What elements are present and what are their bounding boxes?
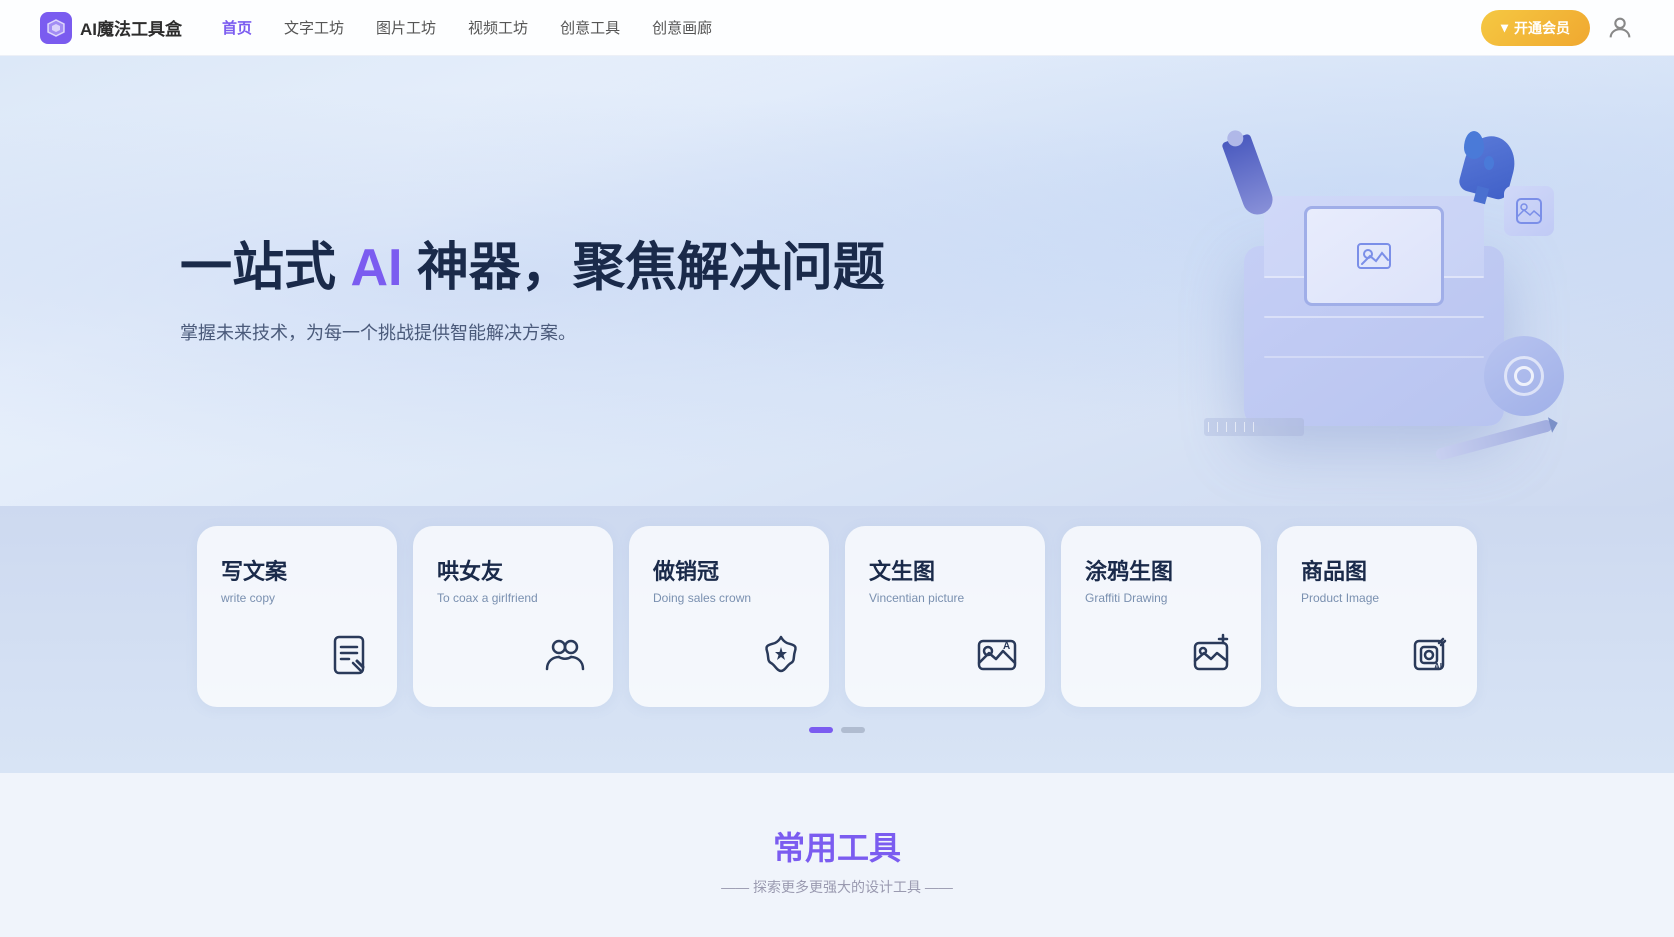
nav-link-creative[interactable]: 创意工具: [560, 17, 620, 38]
ill-drop2: [1484, 156, 1494, 170]
nav-link-video[interactable]: 视频工坊: [468, 17, 528, 38]
dot-2[interactable]: [841, 727, 865, 733]
card-product-image[interactable]: 商品图 Product Image AI: [1277, 526, 1477, 707]
card-title-4: 涂鸦生图: [1085, 554, 1173, 586]
nav-links: 首页 文字工坊 图片工坊 视频工坊 创意工具 创意画廊: [222, 17, 1481, 38]
navbar: AI魔法工具盒 首页 文字工坊 图片工坊 视频工坊 创意工具 创意画廊 ▾ 开通…: [0, 0, 1674, 56]
card-title-0: 写文案: [221, 554, 287, 586]
ill-drop1: [1464, 131, 1484, 159]
crown-icon: ▾: [1501, 19, 1508, 36]
card-coax-girlfriend[interactable]: 哄女友 To coax a girlfriend: [413, 526, 613, 707]
tools-subtitle: —— 探索更多更强大的设计工具 ——: [80, 877, 1594, 897]
vip-button[interactable]: ▾ 开通会员: [1481, 10, 1590, 46]
card-title-1: 哄女友: [437, 554, 503, 586]
nav-link-text[interactable]: 文字工坊: [284, 17, 344, 38]
card-subtitle-3: Vincentian picture: [869, 590, 964, 607]
logo-icon: [40, 12, 72, 44]
hero-ai-text: AI: [350, 239, 402, 297]
card-subtitle-5: Product Image: [1301, 590, 1379, 607]
image-plus-icon: [1189, 631, 1237, 679]
card-write-copy[interactable]: 写文案 write copy: [197, 526, 397, 707]
card-subtitle-2: Doing sales crown: [653, 590, 751, 607]
ill-gear-circle: [1484, 336, 1564, 416]
nav-link-home[interactable]: 首页: [222, 17, 252, 38]
ill-screen: [1304, 206, 1444, 306]
hero-illustration: [1134, 96, 1614, 476]
card-title-3: 文生图: [869, 554, 935, 586]
product-icon: AI: [1405, 631, 1453, 679]
card-title-5: 商品图: [1301, 554, 1367, 586]
card-title-2: 做销冠: [653, 554, 719, 586]
ill-ruler: [1204, 418, 1304, 436]
card-subtitle-1: To coax a girlfriend: [437, 590, 538, 607]
hero-section: 一站式 AI 神器，聚焦解决问题 掌握未来技术，为每一个挑战提供智能解决方案。: [0, 56, 1674, 506]
tools-title: 常用工具: [80, 823, 1594, 869]
card-graffiti-drawing[interactable]: 涂鸦生图 Graffiti Drawing: [1061, 526, 1261, 707]
card-subtitle-4: Graffiti Drawing: [1085, 590, 1167, 607]
svg-text:AI: AI: [1434, 662, 1442, 671]
card-sales-crown[interactable]: 做销冠 Doing sales crown: [629, 526, 829, 707]
card-text-to-image[interactable]: 文生图 Vincentian picture A: [845, 526, 1045, 707]
ill-brush: [1221, 133, 1277, 218]
nav-actions: ▾ 开通会员: [1481, 10, 1634, 46]
svg-text:A: A: [1003, 641, 1010, 652]
ill-photo-card: [1504, 186, 1554, 236]
hero-title-suffix: 神器，聚焦解决问题: [402, 239, 884, 297]
document-icon: [325, 631, 373, 679]
card-subtitle-0: write copy: [221, 590, 275, 607]
star-badge-icon: [757, 631, 805, 679]
nav-link-gallery[interactable]: 创意画廊: [652, 17, 712, 38]
nav-link-image[interactable]: 图片工坊: [376, 17, 436, 38]
dot-1[interactable]: [809, 727, 833, 733]
user-icon[interactable]: [1606, 14, 1634, 42]
tools-section: 常用工具 —— 探索更多更强大的设计工具 ——: [0, 773, 1674, 937]
cards-row: 写文案 write copy 哄女友 To coax a girlfriend: [80, 526, 1594, 707]
cards-section: 写文案 write copy 哄女友 To coax a girlfriend: [0, 506, 1674, 773]
logo-text: AI魔法工具盒: [80, 15, 182, 40]
people-icon: [541, 631, 589, 679]
3d-illustration: [1174, 126, 1574, 446]
logo[interactable]: AI魔法工具盒: [40, 12, 182, 44]
text-image-icon: A: [973, 631, 1021, 679]
pagination-dots: [80, 727, 1594, 733]
hero-title-prefix: 一站式: [180, 239, 350, 297]
